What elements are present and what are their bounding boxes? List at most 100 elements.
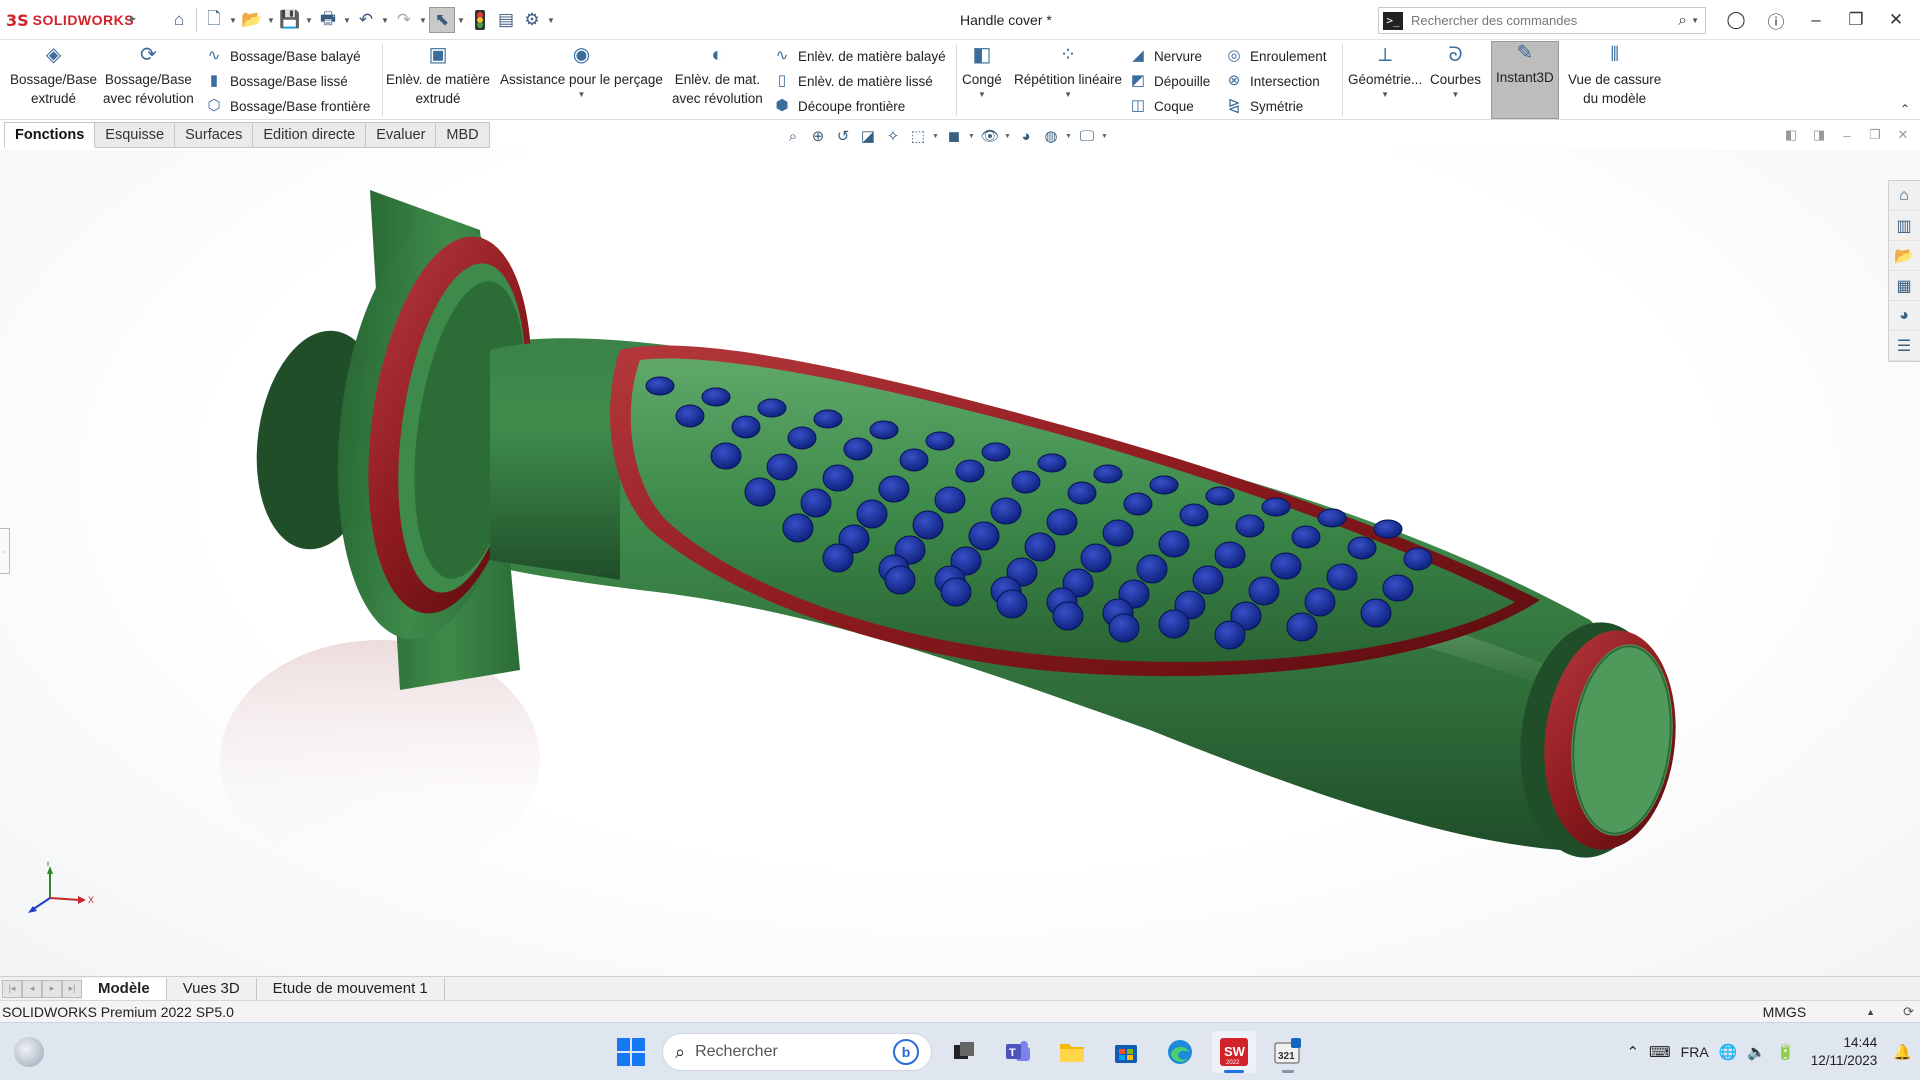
- previous-tab-icon[interactable]: ◂: [22, 979, 42, 998]
- chevron-down-icon[interactable]: ▼: [1452, 89, 1460, 101]
- input-language[interactable]: FRA: [1681, 1044, 1709, 1060]
- select-cursor-icon[interactable]: ⬉: [429, 7, 455, 33]
- chevron-up-icon[interactable]: ⌃: [1626, 1043, 1639, 1061]
- chevron-down-icon[interactable]: ▼: [303, 16, 315, 25]
- intersect-button[interactable]: ⊗ Intersection: [1226, 69, 1320, 93]
- reference-geometry-button[interactable]: ⟂ Géométrie... ▼: [1348, 44, 1422, 101]
- handle-cover-model[interactable]: [0, 150, 1920, 976]
- mirror-button[interactable]: ⧎ Symétrie: [1226, 94, 1304, 118]
- microsoft-store-icon[interactable]: [1104, 1031, 1148, 1073]
- break-view-button[interactable]: ⫴ Vue de cassure du modèle: [1568, 44, 1661, 108]
- wrap-button[interactable]: ◎ Enroulement: [1226, 44, 1326, 68]
- command-search-box[interactable]: >_ Rechercher des commandes ⌕ ▼: [1378, 7, 1706, 34]
- network-globe-icon[interactable]: 🌐: [1719, 1043, 1738, 1061]
- tab-features[interactable]: Fonctions: [4, 122, 96, 148]
- apply-scene-icon[interactable]: ◍: [1040, 125, 1062, 147]
- print-icon[interactable]: 🖶: [315, 7, 341, 33]
- zoom-to-area-icon[interactable]: ⊕: [807, 125, 829, 147]
- shell-button[interactable]: ◫ Coque: [1130, 94, 1194, 118]
- chevron-down-icon[interactable]: ▼: [265, 16, 277, 25]
- chevron-down-icon[interactable]: ▼: [227, 16, 239, 25]
- chevron-down-icon[interactable]: ▼: [1065, 133, 1073, 140]
- appearances-icon[interactable]: ◕: [1889, 301, 1919, 331]
- view-orientation-icon[interactable]: ⬚: [907, 125, 929, 147]
- notification-bell-icon[interactable]: 🔔: [1893, 1043, 1912, 1061]
- extrude-boss-button[interactable]: ◈ Bossage/Base extrudé: [10, 44, 97, 108]
- search-icon[interactable]: ⌕: [1678, 12, 1687, 30]
- extrude-cut-button[interactable]: ▣ Enlèv. de matière extrudé: [386, 44, 490, 108]
- unit-system[interactable]: MMGS: [1763, 1004, 1807, 1020]
- instant3d-button[interactable]: ✎ Instant3D: [1491, 41, 1559, 119]
- graphics-area[interactable]: ◦ ⌂ ▥ 📂 ▦ ◕ ☰ Y X: [0, 150, 1920, 976]
- revolve-cut-button[interactable]: ◐ Enlèv. de mat. avec révolution: [672, 44, 763, 108]
- chevron-down-icon[interactable]: ▼: [1004, 133, 1012, 140]
- tab-mbd[interactable]: MBD: [436, 122, 490, 148]
- volume-icon[interactable]: 🔈: [1747, 1043, 1766, 1061]
- rebuild-traffic-light-icon[interactable]: [467, 7, 493, 33]
- chevron-down-icon[interactable]: ▼: [1064, 89, 1072, 101]
- tab-model[interactable]: Modèle: [82, 977, 167, 1000]
- solidworks-taskbar-icon[interactable]: SW 2022: [1212, 1031, 1256, 1073]
- taskbar-search-placeholder[interactable]: Rechercher: [695, 1043, 883, 1061]
- user-account-icon[interactable]: ◯: [1716, 6, 1756, 34]
- edit-appearance-icon[interactable]: ◕: [1015, 125, 1037, 147]
- loft-cut-button[interactable]: ▯ Enlèv. de matière lissé: [774, 69, 933, 93]
- view-palette-icon[interactable]: ▦: [1889, 271, 1919, 301]
- design-library-icon[interactable]: ▥: [1889, 211, 1919, 241]
- first-tab-icon[interactable]: |◂: [2, 979, 22, 998]
- windows-start-icon[interactable]: [610, 1031, 652, 1073]
- file-explorer-icon[interactable]: [1050, 1031, 1094, 1073]
- custom-properties-icon[interactable]: ☰: [1889, 331, 1919, 361]
- close-icon[interactable]: ✕: [1876, 6, 1916, 34]
- task-view-icon[interactable]: [942, 1031, 986, 1073]
- swept-cut-button[interactable]: ∿ Enlèv. de matière balayé: [774, 44, 946, 68]
- hole-wizard-button[interactable]: ◉ Assistance pour le perçage ▼: [500, 44, 663, 101]
- chevron-down-icon[interactable]: ▼: [417, 16, 429, 25]
- tab-sketch[interactable]: Esquisse: [95, 122, 176, 148]
- chevron-down-icon[interactable]: ▼: [379, 16, 391, 25]
- save-icon[interactable]: 💾: [277, 7, 303, 33]
- chevron-down-icon[interactable]: ▼: [968, 133, 976, 140]
- revolve-boss-button[interactable]: ⟳ Bossage/Base avec révolution: [103, 44, 194, 108]
- home-icon[interactable]: ⌂: [166, 7, 192, 33]
- chevron-down-icon[interactable]: ▼: [455, 16, 467, 25]
- section-view-icon[interactable]: ◪: [857, 125, 879, 147]
- minimize-icon[interactable]: –: [1838, 126, 1856, 144]
- chevron-down-icon[interactable]: ▼: [1381, 89, 1389, 101]
- last-tab-icon[interactable]: ▸|: [62, 979, 82, 998]
- chevron-down-icon[interactable]: ▼: [1691, 16, 1699, 25]
- rebuild-status-icon[interactable]: ⟳: [1903, 1004, 1914, 1020]
- solidworks-resources-icon[interactable]: ⌂: [1889, 181, 1919, 211]
- fillet-button[interactable]: ◧ Congé ▼: [962, 44, 1002, 101]
- solidworks-logo[interactable]: 3S SOLIDWORKS: [6, 8, 134, 32]
- chevron-down-icon[interactable]: ▼: [577, 89, 585, 101]
- file-properties-icon[interactable]: ▤: [493, 7, 519, 33]
- weather-widget-icon[interactable]: [14, 1037, 44, 1067]
- next-tab-icon[interactable]: ▸: [42, 979, 62, 998]
- swept-boss-button[interactable]: ∿ Bossage/Base balayé: [206, 44, 361, 68]
- tab-direct-edit[interactable]: Edition directe: [253, 122, 367, 148]
- redo-icon[interactable]: ↷: [391, 7, 417, 33]
- undo-icon[interactable]: ↶: [353, 7, 379, 33]
- menu-flyout-arrow-icon[interactable]: ▸: [130, 11, 136, 25]
- draft-button[interactable]: ◩ Dépouille: [1130, 69, 1210, 93]
- view-settings-icon[interactable]: 🖵: [1076, 125, 1098, 147]
- feature-tree-flyout-toggle[interactable]: ◦: [0, 528, 10, 574]
- restore-icon[interactable]: ❐: [1836, 6, 1876, 34]
- boundary-cut-button[interactable]: ⬢ Découpe frontière: [774, 94, 905, 118]
- tab-motion-study-1[interactable]: Etude de mouvement 1: [257, 977, 445, 1000]
- curves-button[interactable]: ᘐ Courbes ▼: [1430, 44, 1481, 101]
- gear-icon[interactable]: ⚙: [519, 7, 545, 33]
- restore-icon[interactable]: ❐: [1866, 126, 1884, 144]
- chevron-down-icon[interactable]: ▼: [341, 16, 353, 25]
- linear-pattern-button[interactable]: ⁘ Répétition linéaire ▼: [1014, 44, 1122, 101]
- keyboard-icon[interactable]: ⌨: [1649, 1043, 1671, 1061]
- battery-icon[interactable]: 🔋: [1776, 1043, 1795, 1061]
- hide-show-items-icon[interactable]: 👁: [979, 125, 1001, 147]
- chevron-down-icon[interactable]: ▼: [545, 16, 557, 25]
- dynamic-annotation-icon[interactable]: ✧: [882, 125, 904, 147]
- zoom-to-fit-icon[interactable]: ⌕: [782, 125, 804, 147]
- taskbar-search[interactable]: ⌕ Rechercher b: [662, 1033, 932, 1071]
- clock[interactable]: 14:44 12/11/2023: [1811, 1034, 1878, 1070]
- calculator-app-icon[interactable]: 321: [1266, 1031, 1310, 1073]
